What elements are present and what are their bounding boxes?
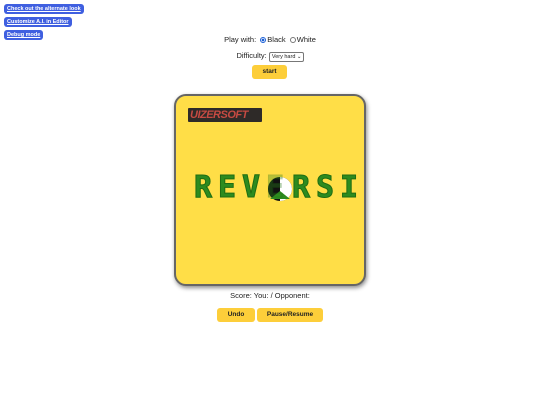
white-radio-label[interactable]: White (297, 35, 316, 44)
chevron-down-icon: ⌄ (296, 54, 302, 60)
title-letter-e2: E (265, 170, 285, 206)
difficulty-row: Difficulty: Very hard ⌄ (0, 48, 540, 64)
white-radio[interactable] (289, 37, 296, 43)
title-letter-i: I (339, 170, 359, 206)
difficulty-select[interactable]: Very hard ⌄ (268, 52, 304, 62)
title-letter-s: S (315, 170, 335, 206)
title-letter-r1: R (193, 170, 213, 206)
black-radio[interactable] (260, 37, 267, 43)
title-letter-e1: E (217, 170, 237, 206)
difficulty-value: Very hard (271, 54, 296, 60)
score-display: Score: You: / Opponent: (230, 291, 310, 300)
title-letter-r2: R (291, 170, 311, 206)
play-with-row: Play with: Black White (0, 32, 540, 48)
logo: UIZERSOFT (188, 108, 262, 122)
alternate-look-link[interactable]: Check out the alternate look (4, 4, 84, 14)
customize-ai-link[interactable]: Customize A.I. in Editor (4, 17, 72, 27)
pause-resume-button[interactable]: Pause/Resume (257, 308, 323, 322)
black-radio-label[interactable]: Black (267, 35, 285, 44)
play-with-label: Play with: (224, 35, 257, 44)
difficulty-label: Difficulty: (236, 51, 267, 60)
title-letter-v: V (241, 170, 261, 206)
start-button[interactable]: start (252, 65, 287, 79)
game-controls: Play with: Black White Difficulty: Very … (0, 32, 540, 64)
title-band: R E V E R S I (186, 168, 362, 210)
logo-text: UIZERSOFT (190, 109, 248, 121)
undo-button[interactable]: Undo (217, 308, 255, 322)
game-board[interactable]: UIZERSOFT R E V E R S I (174, 94, 366, 286)
